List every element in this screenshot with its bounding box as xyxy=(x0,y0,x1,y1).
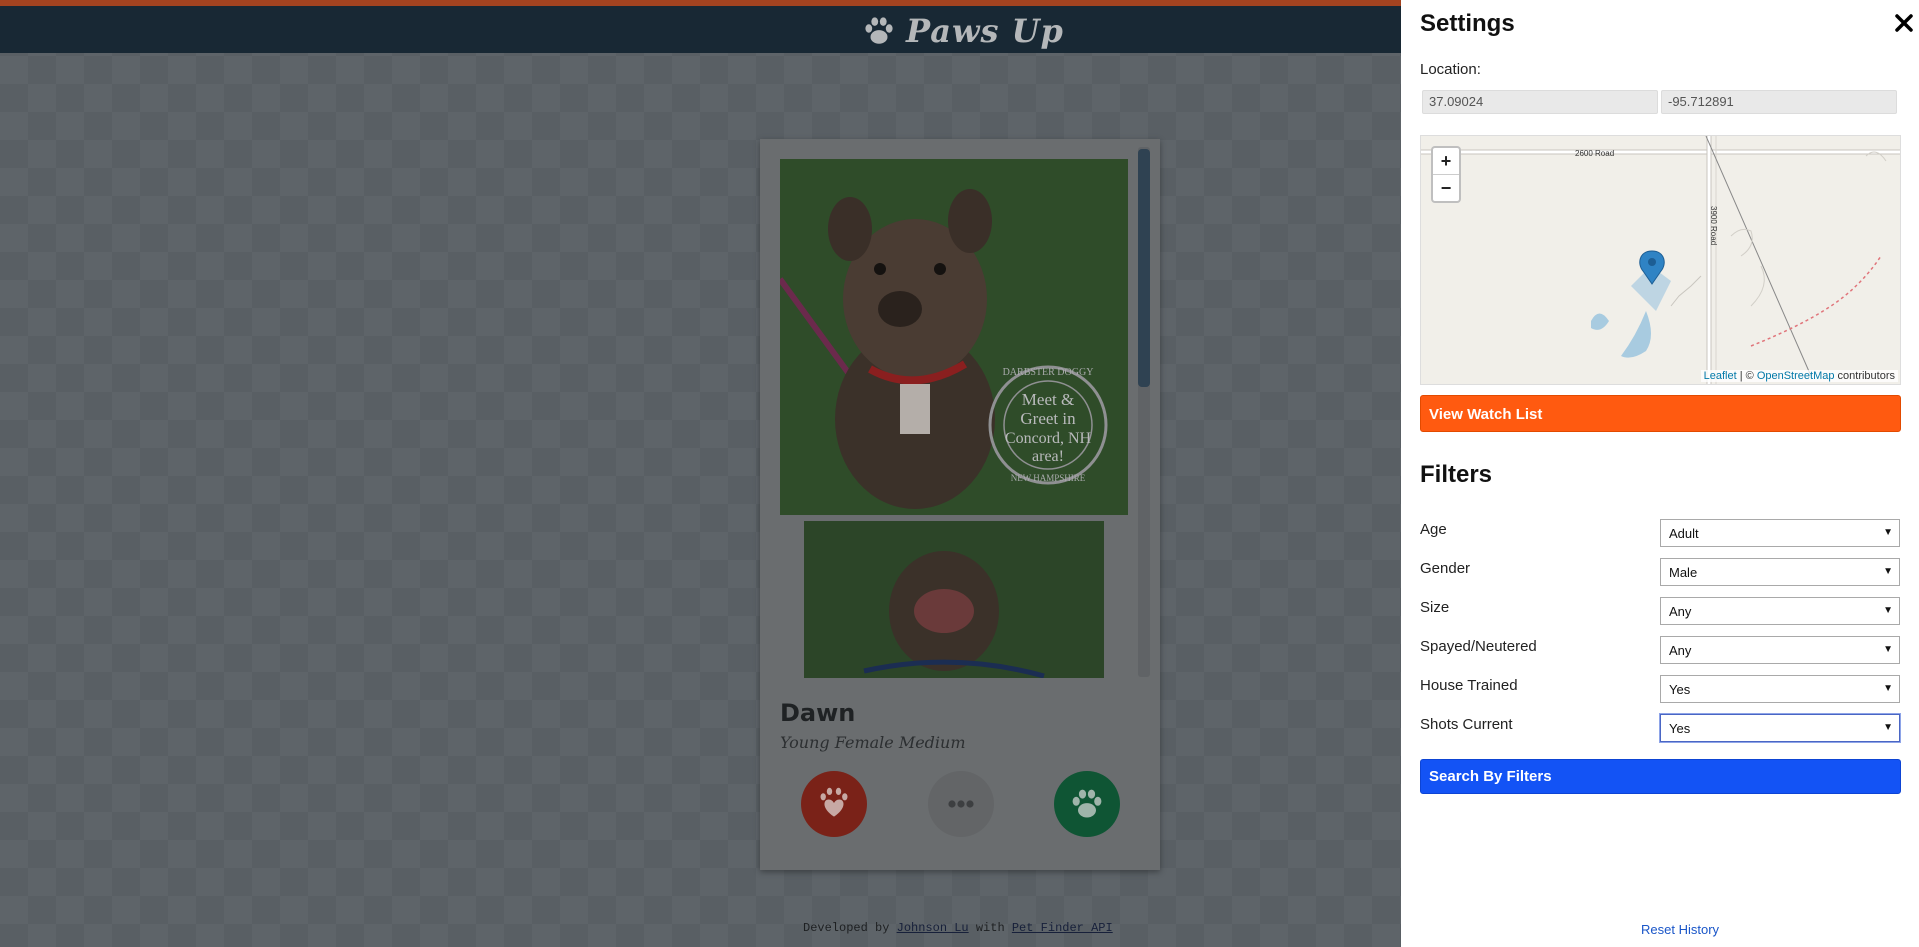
dropdown-arrow-icon: ▼ xyxy=(1883,527,1893,538)
view-watch-list-button[interactable]: View Watch List xyxy=(1420,395,1901,432)
filter-row-spayed-neutered: Spayed/Neutered Any ▼ xyxy=(1420,636,1901,666)
more-dots-icon xyxy=(948,800,974,808)
location-label: Location: xyxy=(1420,61,1481,78)
attribution-separator: | © xyxy=(1736,370,1757,382)
spayed-neutered-select-value: Any xyxy=(1669,643,1692,658)
filter-row-gender: Gender Male ▼ xyxy=(1420,558,1901,588)
settings-title: Settings xyxy=(1420,10,1515,37)
pet-photo-gallery[interactable]: Meet & Greet in Concord, NH area! DARBST… xyxy=(780,159,1128,678)
age-select-value: Adult xyxy=(1669,526,1699,541)
size-select-value: Any xyxy=(1669,604,1692,619)
footer-prefix: Developed by xyxy=(803,921,890,935)
pet-name: Dawn xyxy=(780,699,856,727)
photo-badge-line-1: Meet & xyxy=(1022,390,1074,409)
zoom-out-button[interactable]: − xyxy=(1433,174,1459,201)
size-select[interactable]: Any ▼ xyxy=(1660,597,1900,625)
filter-label-shots-current: Shots Current xyxy=(1420,716,1513,733)
filter-label-house-trained: House Trained xyxy=(1420,677,1518,694)
more-info-button[interactable] xyxy=(928,771,994,837)
footer-middle: with xyxy=(975,921,1005,935)
shots-current-select[interactable]: Yes ▼ xyxy=(1660,714,1900,742)
map-road-horizontal-label: 2600 Road xyxy=(1575,149,1614,158)
shots-current-select-value: Yes xyxy=(1669,721,1691,736)
paw-icon xyxy=(865,17,893,44)
house-trained-select-value: Yes xyxy=(1669,682,1691,697)
like-button[interactable] xyxy=(1054,771,1120,837)
map-tiles: 2600 Road 3900 Road xyxy=(1421,136,1900,384)
api-link[interactable]: Pet Finder API xyxy=(1012,921,1113,935)
attribution-suffix: contributors xyxy=(1834,370,1895,382)
pet-photo-main: Meet & Greet in Concord, NH area! DARBST… xyxy=(780,159,1128,515)
photo-badge-line-2: Greet in xyxy=(1020,409,1076,428)
footer-credits: Developed by Johnson Lu with Pet Finder … xyxy=(803,921,1113,935)
filter-label-spayed-neutered: Spayed/Neutered xyxy=(1420,638,1537,655)
pet-card: Meet & Greet in Concord, NH area! DARBST… xyxy=(760,139,1160,870)
photo-badge-line-4: area! xyxy=(1032,448,1064,465)
paw-heart-icon xyxy=(820,787,848,817)
brand-logo[interactable]: Paws Up xyxy=(862,12,1064,50)
openstreetmap-link[interactable]: OpenStreetMap xyxy=(1757,370,1835,382)
pet-description: Young Female Medium xyxy=(780,733,966,752)
latitude-field[interactable]: 37.09024 xyxy=(1422,90,1658,114)
close-button[interactable] xyxy=(1893,10,1915,36)
dropdown-arrow-icon: ▼ xyxy=(1883,683,1893,694)
filter-row-house-trained: House Trained Yes ▼ xyxy=(1420,675,1901,705)
spayed-neutered-select[interactable]: Any ▼ xyxy=(1660,636,1900,664)
dropdown-arrow-icon: ▼ xyxy=(1883,644,1893,655)
reject-button[interactable] xyxy=(801,771,867,837)
filter-label-age: Age xyxy=(1420,521,1447,538)
dropdown-arrow-icon: ▼ xyxy=(1883,566,1893,577)
dropdown-arrow-icon: ▼ xyxy=(1883,722,1893,733)
location-map[interactable]: 2600 Road 3900 Road + − Leaflet | © Open… xyxy=(1420,135,1901,385)
age-select[interactable]: Adult ▼ xyxy=(1660,519,1900,547)
filters-title: Filters xyxy=(1420,461,1493,488)
photo-badge-ring-bottom: NEW HAMPSHIRE xyxy=(1011,473,1086,483)
gallery-scrollbar-thumb[interactable] xyxy=(1138,149,1150,387)
filter-label-size: Size xyxy=(1420,599,1450,616)
filter-row-shots-current: Shots Current Yes ▼ xyxy=(1420,714,1901,744)
house-trained-select[interactable]: Yes ▼ xyxy=(1660,675,1900,703)
search-by-filters-button[interactable]: Search By Filters xyxy=(1420,759,1901,794)
gender-select-value: Male xyxy=(1669,565,1698,580)
pet-photo-secondary xyxy=(804,521,1104,678)
gender-select[interactable]: Male ▼ xyxy=(1660,558,1900,586)
map-zoom-control: + − xyxy=(1431,146,1461,203)
settings-panel: Settings Location: 37.09024 -95.712891 2… xyxy=(1401,0,1919,947)
paw-icon xyxy=(1072,789,1102,818)
reset-history-link[interactable]: Reset History xyxy=(1641,922,1719,937)
filter-label-gender: Gender xyxy=(1420,560,1471,577)
dropdown-arrow-icon: ▼ xyxy=(1883,605,1893,616)
leaflet-link[interactable]: Leaflet xyxy=(1704,370,1737,382)
longitude-field[interactable]: -95.712891 xyxy=(1661,90,1897,114)
photo-badge-ring-top: DARBSTER DOGGY xyxy=(1003,367,1094,378)
close-icon xyxy=(1895,14,1913,32)
map-road-vertical-label: 3900 Road xyxy=(1709,206,1718,245)
brand-name: Paws Up xyxy=(906,12,1064,50)
filter-row-size: Size Any ▼ xyxy=(1420,597,1901,627)
author-link[interactable]: Johnson Lu xyxy=(897,921,969,935)
filter-row-age: Age Adult ▼ xyxy=(1420,519,1901,549)
zoom-in-button[interactable]: + xyxy=(1433,148,1459,174)
photo-badge-line-3: Concord, NH xyxy=(1005,430,1092,447)
map-attribution: Leaflet | © OpenStreetMap contributors xyxy=(1700,370,1898,382)
